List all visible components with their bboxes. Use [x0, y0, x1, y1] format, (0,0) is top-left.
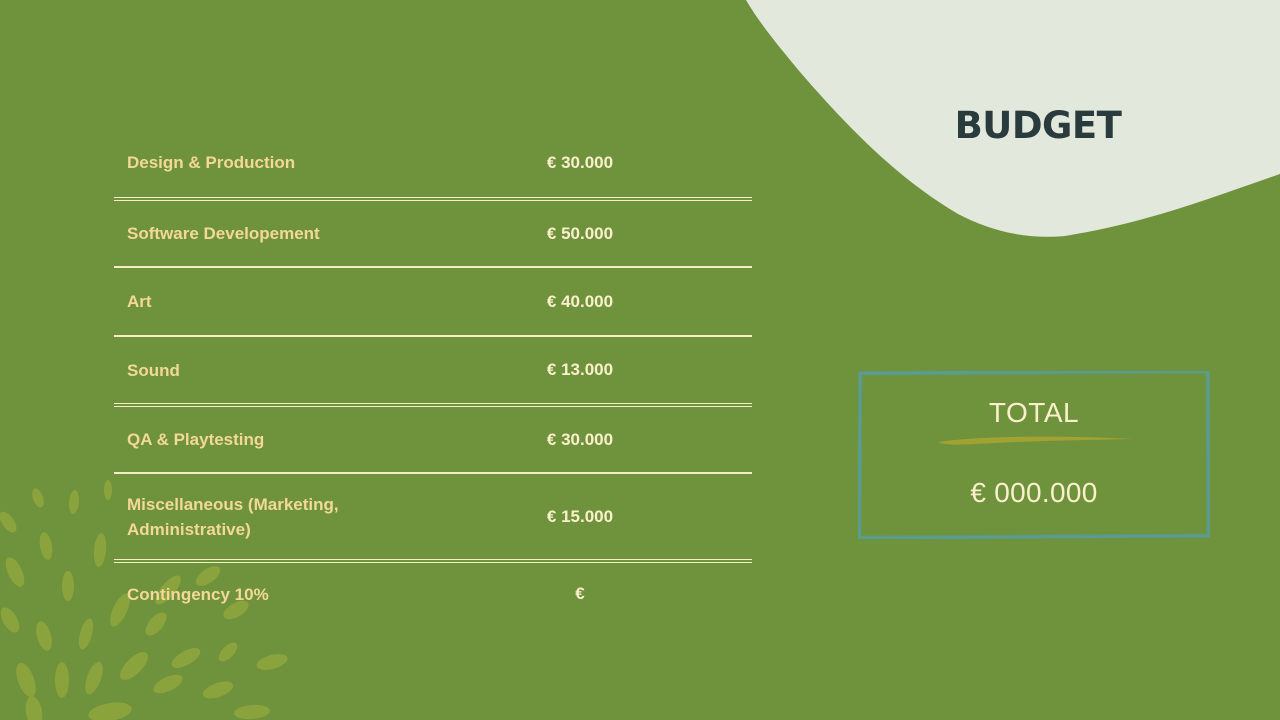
row-value: € 30.000 — [546, 429, 614, 449]
row-label: Miscellaneous (Marketing, Administrative… — [127, 494, 339, 539]
row-value: € — [575, 584, 585, 603]
total-amount: € 000.000 — [970, 477, 1098, 508]
budget-table: Design & Production € 30.000 Software De… — [114, 128, 752, 625]
row-value: € 30.000 — [546, 152, 614, 172]
row-value: € 40.000 — [546, 291, 614, 311]
table-row: Art € 40.000 — [114, 268, 752, 335]
row-label: Design & Production — [127, 153, 296, 172]
row-value: € 13.000 — [546, 360, 614, 379]
slide-title: BUDGET — [954, 104, 1122, 147]
row-label: QA & Playtesting — [127, 430, 265, 449]
total-box: TOTAL € 000.000 — [858, 371, 1210, 539]
row-value: € 50.000 — [546, 223, 614, 243]
row-label: Software Developement — [127, 224, 320, 243]
row-label: Sound — [127, 360, 180, 380]
table-row: QA & Playtesting € 30.000 — [114, 407, 752, 472]
total-label: TOTAL — [988, 397, 1080, 428]
brush-stroke — [938, 436, 1134, 445]
table-row: Contingency 10% € — [114, 563, 752, 625]
table-row: Design & Production € 30.000 — [114, 128, 752, 197]
row-label: Contingency 10% — [127, 584, 269, 604]
row-value: € 15.000 — [546, 506, 614, 526]
row-label: Art — [127, 292, 152, 311]
table-row: Software Developement € 50.000 — [114, 201, 752, 266]
table-row: Miscellaneous (Marketing, Administrative… — [114, 474, 752, 559]
table-row: Sound € 13.000 — [114, 337, 752, 403]
